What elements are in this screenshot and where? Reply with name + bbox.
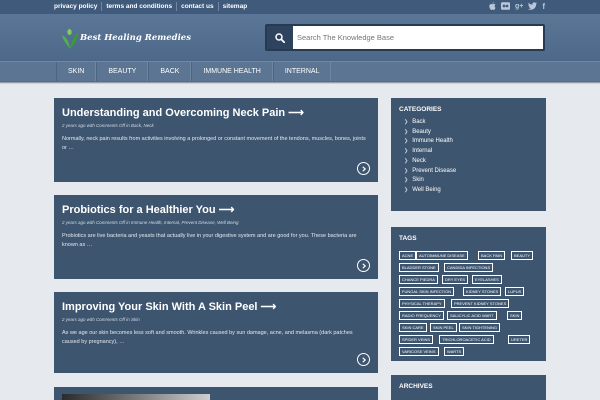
tag[interactable]: VARICOSE VEINS [399,347,439,356]
nav-item-back[interactable]: BACK [148,62,192,81]
tag[interactable]: PHYSICAL THERAPY [399,299,445,308]
google-plus-icon[interactable]: g+ [515,2,523,13]
tag[interactable]: BLADDER STONE [399,263,439,272]
chevron-right-icon [361,356,366,363]
post-card: Improving Your Skin With A Skin Peel ⟶ 2… [54,292,378,373]
tag[interactable]: ACNE [399,251,417,260]
main-nav: SKIN BEAUTY BACK IMMUNE HEALTH INTERNAL [0,61,600,81]
category-item[interactable]: ❯ Immune Health [404,137,456,147]
post-card [54,387,378,400]
chevron-right-icon: ❯ [404,177,409,184]
category-item[interactable]: ❯ Beauty [404,128,456,138]
apple-icon[interactable] [489,2,496,13]
categories-widget: CATEGORIES ❯ Back ❯ Beauty ❯ Immune Health … [391,98,546,211]
chevron-right-icon: ❯ [404,167,409,174]
post-meta: 2 years ago with Comments Off in Immune … [62,220,239,225]
archives-widget: ARCHIVES [391,375,546,400]
category-item[interactable]: ❯ Well Being [404,186,456,196]
category-item[interactable]: ❯ Prevent Disease [404,167,456,177]
tag[interactable]: SKIN [507,311,523,320]
tag[interactable]: TRICHLOROACETIC ACID [439,335,494,344]
tag[interactable]: DRY EYES [442,275,469,284]
chevron-right-icon [361,262,366,269]
nav-shadow [0,81,600,84]
post-meta: 2 years ago with Comments Off in Back, N… [62,123,154,128]
read-more-button[interactable] [357,162,370,175]
nav-item-immune-health[interactable]: IMMUNE HEALTH [191,62,273,81]
tag[interactable]: LUPUS [505,287,525,296]
post-excerpt: Probiotics are live bacteria and yeasts … [62,233,357,248]
search-button[interactable] [267,26,293,49]
category-list: ❯ Back ❯ Beauty ❯ Immune Health ❯ Internal ❯… [404,118,456,196]
twitter-icon[interactable] [528,2,538,13]
tag[interactable]: EYELASHES [472,275,502,284]
category-item[interactable]: ❯ Skin [404,176,456,186]
post-excerpt: As we age our skin becomes less soft and… [62,330,353,345]
flickr-icon[interactable] [500,2,510,13]
chevron-right-icon: ❯ [404,119,409,125]
top-bar: privacy policy terms and conditions cont… [0,0,600,14]
nav-item-internal[interactable]: INTERNAL [272,62,332,81]
tag[interactable]: SKIN PEEL [430,323,457,332]
read-more-button[interactable] [357,259,370,272]
chevron-right-icon: ❯ [404,138,409,145]
contact-us-link[interactable]: contact us [177,2,219,11]
widget-title: TAGS [399,235,417,242]
chevron-right-icon: ❯ [404,157,409,164]
tag[interactable]: WARTS [444,347,465,356]
tag[interactable]: BACK PAIN [478,251,506,260]
tag[interactable]: FUNGAL SKIN INFECTION [399,287,455,296]
top-links: privacy policy terms and conditions cont… [54,2,251,11]
tag[interactable]: SKIN CARE [399,323,427,332]
widget-title: ARCHIVES [399,383,433,390]
tag[interactable]: SALICYLIC ACID WART [447,311,497,320]
chevron-right-icon: ❯ [404,186,409,193]
post-title[interactable]: Understanding and Overcoming Neck Pain ⟶ [62,106,304,119]
tag[interactable]: URETER [508,335,531,344]
tag[interactable]: RADIO FREQUENCY [399,311,444,320]
tag[interactable]: BEAUTY [511,251,534,260]
widget-title: CATEGORIES [399,106,442,113]
chevron-right-icon [361,165,366,172]
tag[interactable]: KIDNEY STONES [463,287,502,296]
tags-widget: TAGS ACNE AUTOIMMUNE DISEASE BACK PAIN B… [391,227,546,361]
nav-item-beauty[interactable]: BEAUTY [96,62,149,81]
category-item[interactable]: ❯ Internal [404,147,456,157]
facebook-icon[interactable]: f [542,2,545,13]
post-excerpt: Normally, neck pain results from activit… [62,136,366,151]
category-item[interactable]: ❯ Neck [404,157,456,167]
privacy-policy-link[interactable]: privacy policy [54,2,103,11]
site-name[interactable]: Best Healing Remedies [80,33,191,43]
header: Best Healing Remedies [0,14,600,61]
search-bar [265,24,545,51]
post-card: Understanding and Overcoming Neck Pain ⟶… [54,98,378,182]
social-icons: g+ f [489,2,545,13]
leaf-logo-icon[interactable] [60,26,80,50]
post-card: Probiotics for a Healthier You ⟶ 2 years… [54,195,378,279]
post-title[interactable]: Probiotics for a Healthier You ⟶ [62,203,234,216]
tag[interactable]: PREVENT KIDNEY STONES [451,299,510,308]
post-thumbnail[interactable] [62,394,210,400]
search-input[interactable] [297,30,537,45]
tag[interactable]: AUTOIMMUNE DISEASE [416,251,468,260]
post-meta: 2 years ago with Comments Off in Skin [62,317,140,322]
search-icon [275,32,285,43]
sitemap-link[interactable]: sitemap [219,2,252,11]
nav-item-skin[interactable]: SKIN [56,62,97,81]
terms-link[interactable]: terms and conditions [102,2,178,11]
tag[interactable]: SKIN TIGHTENING [459,323,501,332]
chevron-right-icon: ❯ [404,148,409,155]
tag[interactable]: CHANCE PIEDRA [399,275,438,284]
tag[interactable]: SPIDER VEINS [399,335,434,344]
chevron-right-icon: ❯ [404,128,409,135]
tag[interactable]: CANDIDA INFECTIONS [444,263,494,272]
post-title[interactable]: Improving Your Skin With A Skin Peel ⟶ [62,300,276,313]
category-item[interactable]: ❯ Back [404,118,456,128]
read-more-button[interactable] [357,353,370,366]
